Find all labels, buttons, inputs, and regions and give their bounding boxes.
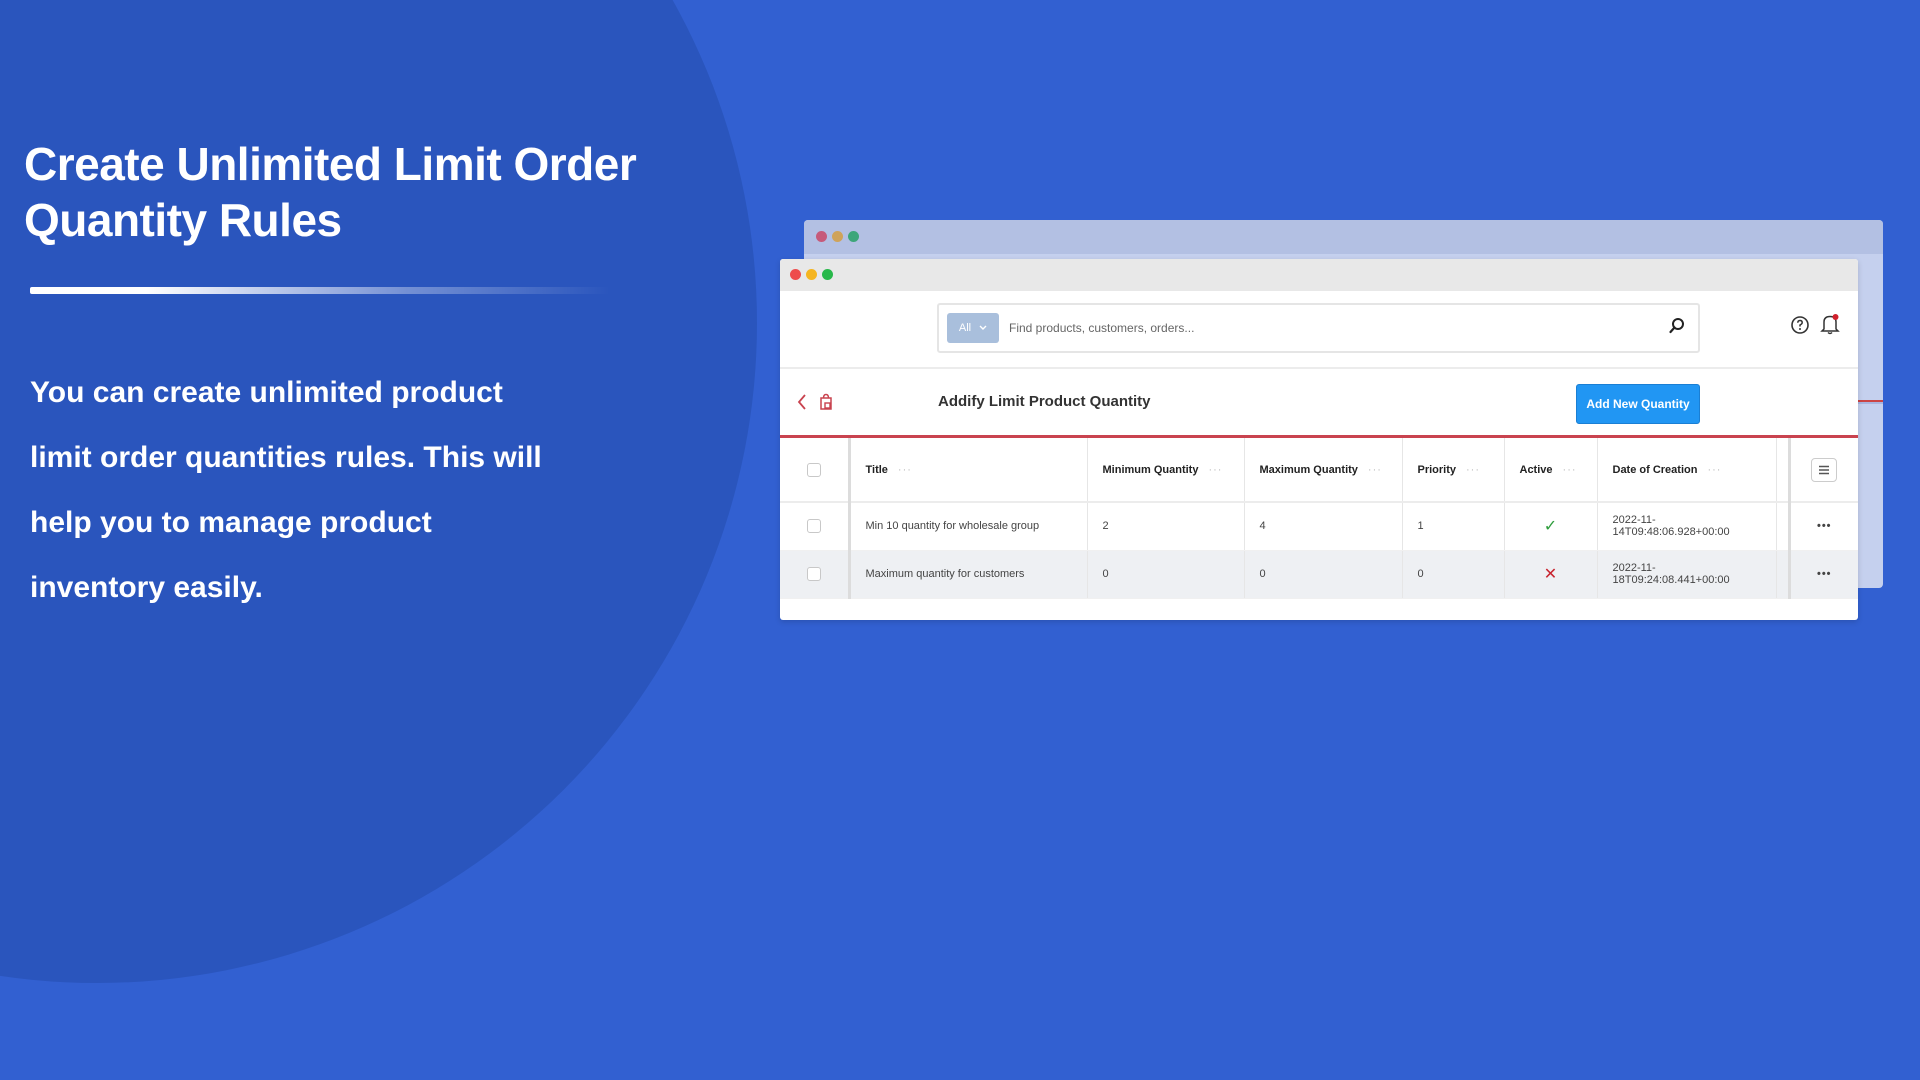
column-header-date-of-creation[interactable]: Date of Creation ··· xyxy=(1597,438,1777,503)
column-header-title[interactable]: Title ··· xyxy=(849,438,1088,503)
column-options-icon[interactable]: ··· xyxy=(1563,464,1577,476)
column-options-icon[interactable]: ··· xyxy=(1466,464,1480,476)
help-icon[interactable] xyxy=(1790,315,1810,335)
row-spacer xyxy=(1776,550,1791,599)
row-actions-icon[interactable]: ••• xyxy=(1817,568,1832,580)
page-header: Addify Limit Product Quantity Add New Qu… xyxy=(780,369,1858,438)
select-all-checkbox[interactable] xyxy=(806,462,821,477)
column-header-label: Active xyxy=(1519,463,1553,476)
close-dot-icon xyxy=(816,231,827,242)
column-options-icon[interactable]: ··· xyxy=(898,464,912,476)
cell-minimum-quantity: 2 xyxy=(1087,502,1245,551)
column-header-minimum-quantity[interactable]: Minimum Quantity ··· xyxy=(1087,438,1245,503)
cell-title[interactable]: Min 10 quantity for wholesale group xyxy=(849,502,1088,551)
row-actions-cell: ••• xyxy=(1789,550,1858,599)
quantity-rules-table: Title ··· Minimum Quantity ··· Maximum Qua… xyxy=(780,438,1858,599)
hero-description-line: limit order quantities rules. This will xyxy=(30,441,542,474)
app-window: All Addify Limit Pr xyxy=(780,259,1858,620)
page-title: Addify Limit Product Quantity xyxy=(938,393,1151,410)
cell-maximum-quantity: 0 xyxy=(1244,550,1403,599)
close-window-icon[interactable] xyxy=(790,269,801,280)
search-input[interactable] xyxy=(1009,313,1609,343)
maximize-window-icon[interactable] xyxy=(822,269,833,280)
column-header-maximum-quantity[interactable]: Maximum Quantity ··· xyxy=(1244,438,1403,503)
background-window-titlebar xyxy=(804,220,1883,254)
row-select-cell xyxy=(780,502,851,551)
column-header-label: Title xyxy=(865,463,888,476)
row-actions-cell: ••• xyxy=(1789,502,1858,551)
cell-priority: 1 xyxy=(1402,502,1505,551)
column-options-icon[interactable]: ··· xyxy=(1208,464,1222,476)
column-header-priority[interactable]: Priority ··· xyxy=(1402,438,1505,503)
row-checkbox[interactable] xyxy=(806,519,821,534)
hero-description: You can create unlimited product limit o… xyxy=(30,360,650,620)
column-options-icon[interactable]: ··· xyxy=(1368,464,1382,476)
search-icon[interactable] xyxy=(1668,317,1686,335)
maximize-dot-icon xyxy=(848,231,859,242)
column-header-label: Priority xyxy=(1417,463,1457,476)
hero-title: Create Unlimited Limit Order Quantity Ru… xyxy=(24,136,637,248)
column-settings-cell xyxy=(1789,438,1858,503)
row-select-cell xyxy=(780,550,851,599)
search-scope-label: All xyxy=(958,322,972,334)
row-actions-icon[interactable]: ••• xyxy=(1817,520,1832,532)
minimize-dot-icon xyxy=(832,231,843,242)
cell-date-of-creation: 2022-11-18T09:24:08.441+00:00 xyxy=(1597,550,1777,599)
top-bar: All xyxy=(780,291,1858,369)
hamburger-menu-icon xyxy=(1819,465,1830,474)
table-row[interactable]: Min 10 quantity for wholesale group 2 4 … xyxy=(780,502,1858,551)
search-scope-dropdown[interactable]: All xyxy=(947,313,999,343)
column-options-icon[interactable]: ··· xyxy=(1707,464,1721,476)
row-checkbox[interactable] xyxy=(806,567,821,581)
back-arrow-icon[interactable] xyxy=(796,393,808,411)
cell-maximum-quantity: 4 xyxy=(1244,502,1403,551)
hero-description-line: You can create unlimited product xyxy=(30,376,503,409)
hero-title-line-1: Create Unlimited Limit Order xyxy=(24,138,637,190)
column-header-label: Maximum Quantity xyxy=(1259,463,1358,476)
cell-date-of-creation: 2022-11-14T09:48:06.928+00:00 xyxy=(1597,502,1777,551)
column-spacer xyxy=(1776,438,1791,503)
notification-bell-icon[interactable] xyxy=(1820,313,1840,335)
cell-title[interactable]: Maximum quantity for customers xyxy=(849,550,1088,599)
hero-description-line: help you to manage product xyxy=(30,506,432,539)
inactive-cross-icon: ✕ xyxy=(1504,550,1598,599)
store-icon[interactable] xyxy=(818,393,834,411)
chevron-down-icon xyxy=(979,325,987,330)
cell-priority: 0 xyxy=(1402,550,1505,599)
table-header-row: Title ··· Minimum Quantity ··· Maximum Qua… xyxy=(780,438,1858,503)
hero-description-line: inventory easily. xyxy=(30,571,263,604)
hero-title-line-2: Quantity Rules xyxy=(24,194,342,246)
cell-minimum-quantity: 0 xyxy=(1087,550,1245,599)
hero-divider xyxy=(30,287,610,294)
row-spacer xyxy=(1776,502,1791,551)
column-header-label: Date of Creation xyxy=(1612,463,1698,476)
select-all-cell xyxy=(780,438,851,503)
add-new-quantity-button[interactable]: Add New Quantity xyxy=(1576,384,1700,424)
column-header-active[interactable]: Active ··· xyxy=(1504,438,1598,503)
table-row[interactable]: Maximum quantity for customers 0 0 0 ✕ 2… xyxy=(780,550,1858,599)
active-check-icon: ✓ xyxy=(1504,502,1598,551)
column-settings-button[interactable] xyxy=(1811,457,1838,482)
column-header-label: Minimum Quantity xyxy=(1102,463,1199,476)
window-titlebar xyxy=(780,259,1858,291)
global-search: All xyxy=(937,303,1700,353)
minimize-window-icon[interactable] xyxy=(806,269,817,280)
